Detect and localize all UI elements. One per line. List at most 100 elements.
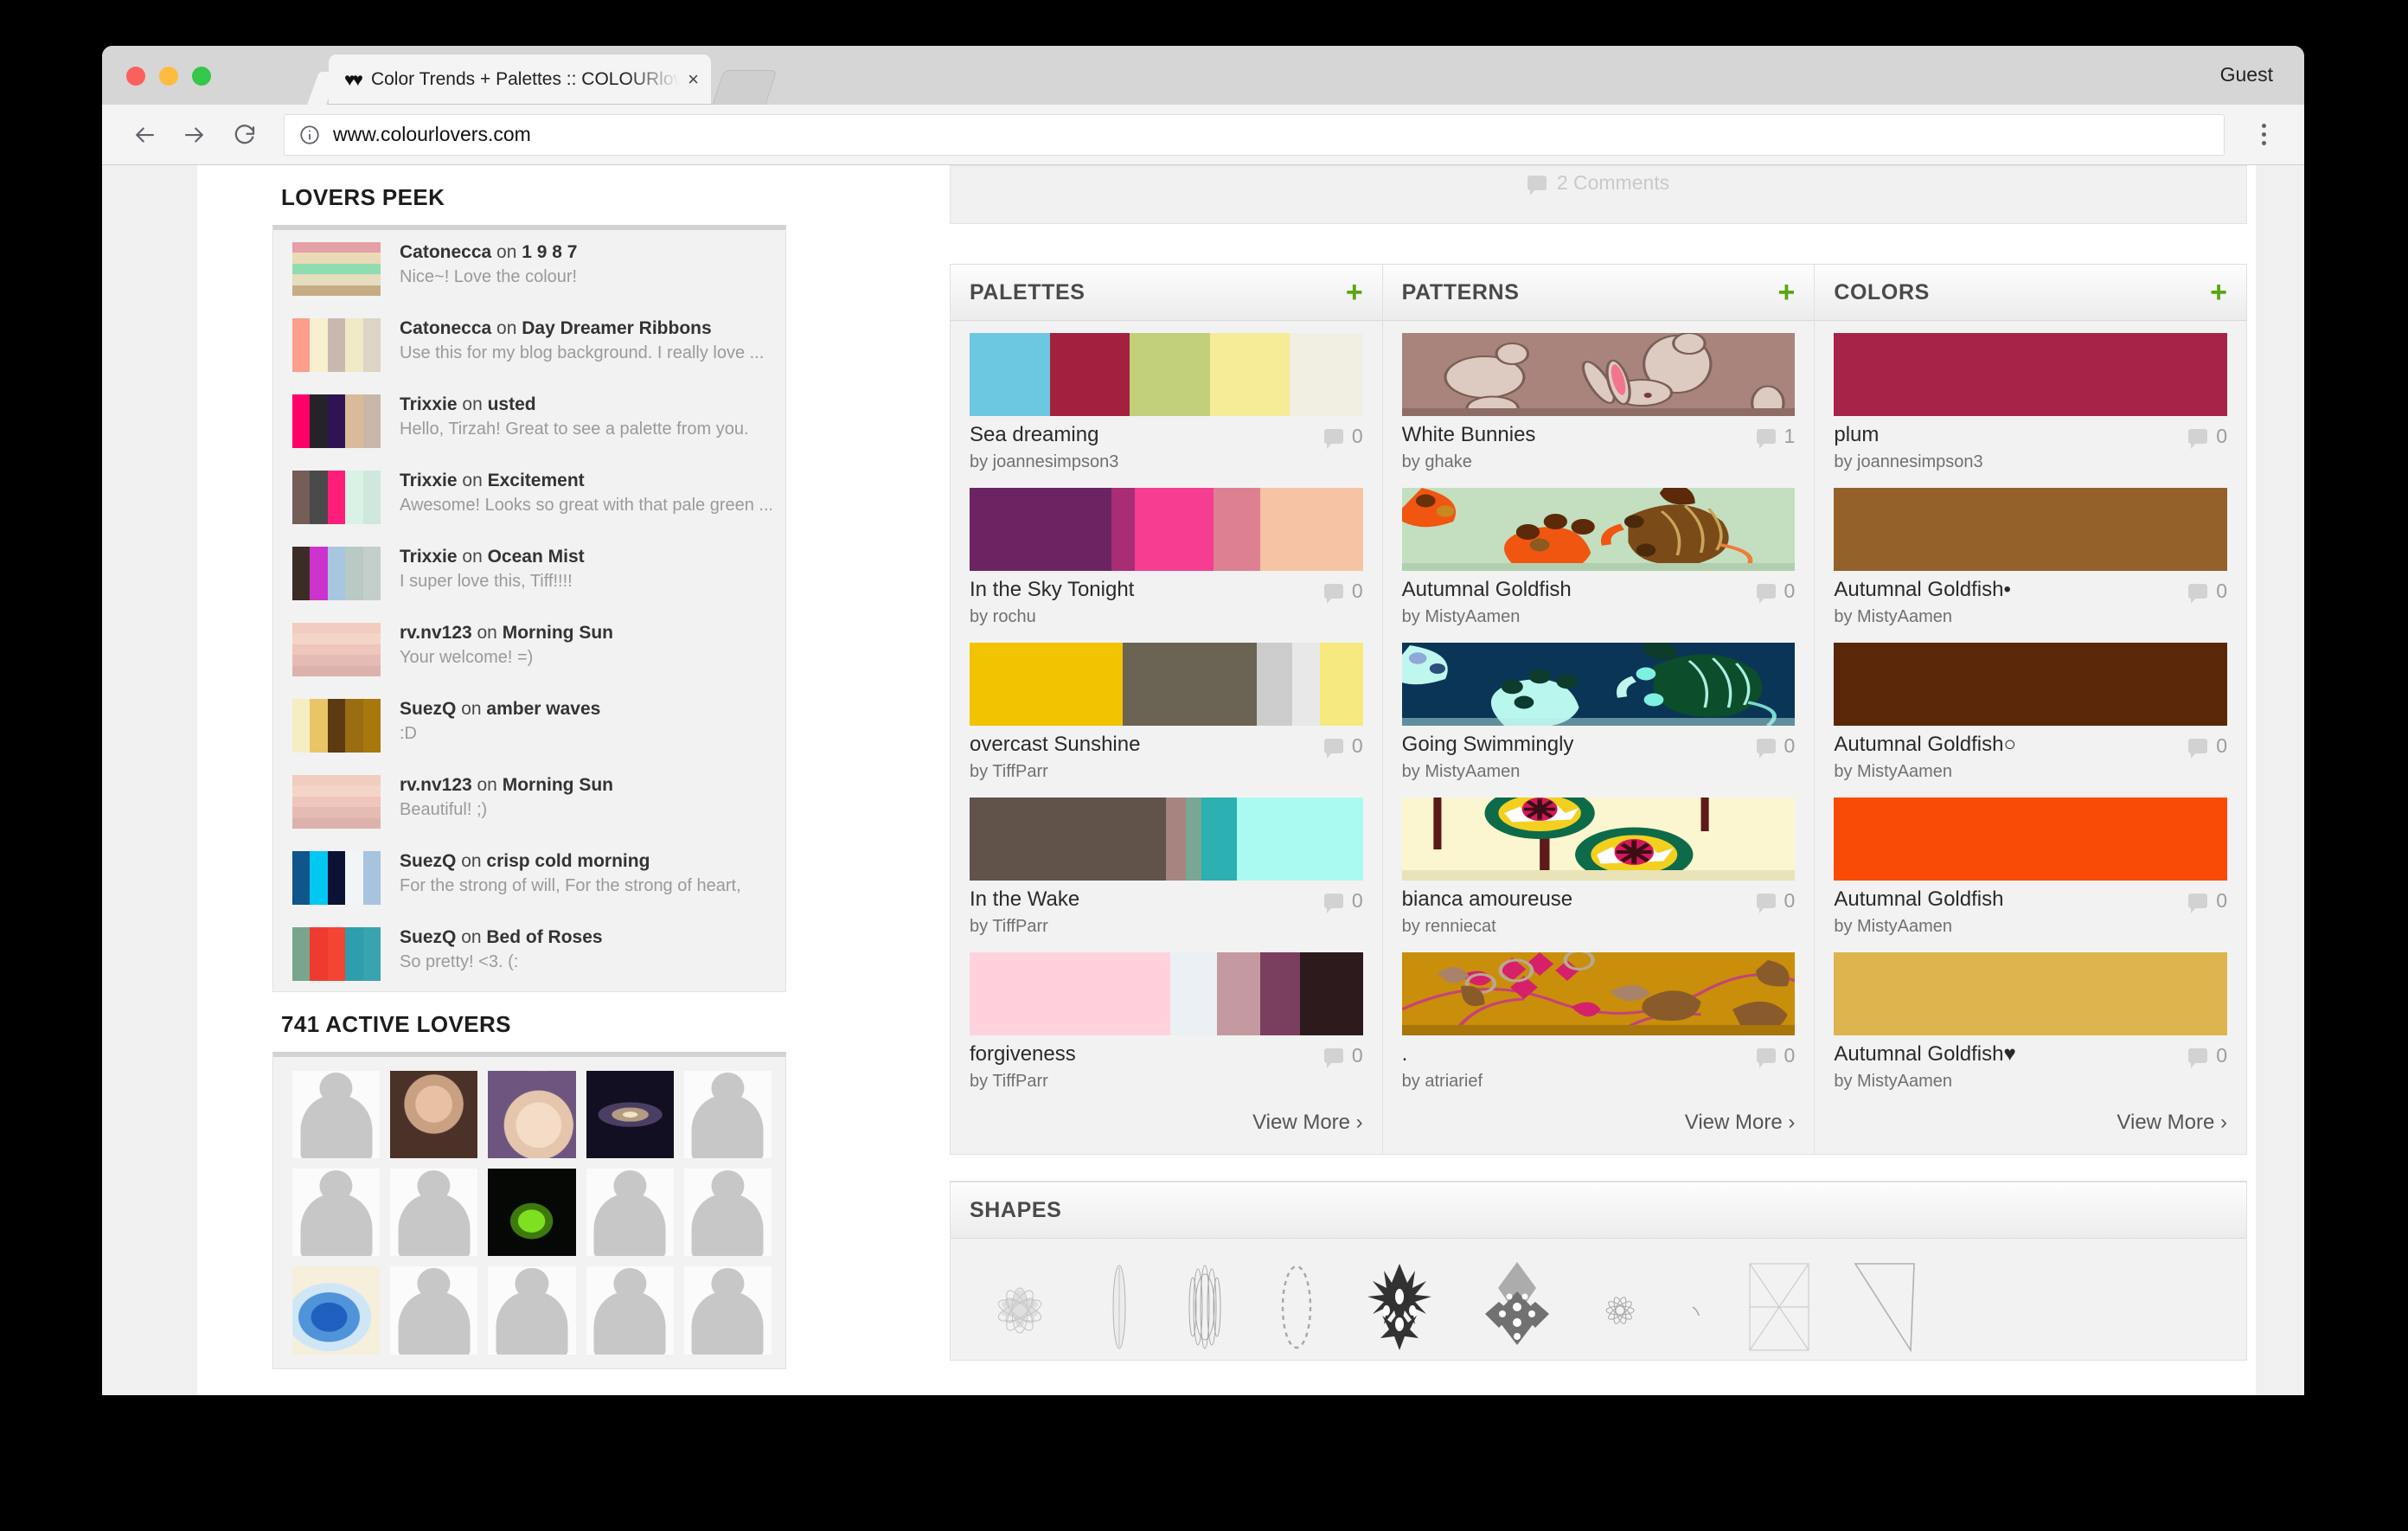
- comment-count[interactable]: 0: [2188, 1042, 2227, 1067]
- close-icon[interactable]: ×: [688, 68, 699, 91]
- card-title[interactable]: Sea dreaming: [970, 423, 1118, 447]
- avatar-default[interactable]: [292, 1071, 380, 1158]
- color-card[interactable]: Autumnal Goldfish○by MistyAamen0: [1815, 631, 2246, 785]
- card-title[interactable]: bianca amoureuse: [1402, 887, 1572, 912]
- reload-icon[interactable]: [225, 115, 265, 155]
- peek-user[interactable]: rv.nv123: [400, 775, 472, 795]
- avatar[interactable]: [390, 1071, 477, 1158]
- card-title[interactable]: In the Sky Tonight: [970, 578, 1134, 602]
- view-more-patterns[interactable]: View More ›: [1383, 1095, 1815, 1154]
- shape-leaf-icon[interactable]: [1101, 1262, 1137, 1356]
- shape-tiny-tick-icon[interactable]: [1684, 1262, 1707, 1356]
- comment-count[interactable]: 0: [1757, 887, 1796, 913]
- add-palettes-icon[interactable]: +: [1346, 278, 1363, 307]
- peek-user[interactable]: SuezQ: [400, 851, 456, 871]
- card-title[interactable]: Autumnal Goldfish: [1834, 887, 2003, 912]
- avatar-default[interactable]: [390, 1169, 477, 1256]
- card-author[interactable]: by MistyAamen: [1834, 607, 2011, 627]
- comments-summary[interactable]: 2 Comments: [1527, 171, 1669, 195]
- view-more-colors[interactable]: View More ›: [1815, 1095, 2246, 1154]
- card-title[interactable]: .: [1402, 1042, 1483, 1067]
- lovers-peek-item[interactable]: SuezQ on crisp cold morningFor the stron…: [273, 839, 785, 915]
- peek-target[interactable]: crisp cold morning: [486, 851, 650, 871]
- comment-count[interactable]: 0: [2188, 733, 2227, 758]
- peek-user[interactable]: Catonecca: [400, 318, 491, 338]
- peek-target[interactable]: usted: [488, 394, 536, 414]
- back-icon[interactable]: [125, 115, 164, 155]
- card-title[interactable]: Autumnal Goldfish: [1402, 578, 1572, 602]
- avatar-default[interactable]: [586, 1169, 674, 1256]
- shape-wire-box-icon[interactable]: [1746, 1262, 1812, 1356]
- pattern-card[interactable]: Going Swimminglyby MistyAamen0: [1383, 631, 1815, 785]
- peek-user[interactable]: rv.nv123: [400, 623, 472, 643]
- pattern-card[interactable]: Autumnal Goldfish by MistyAamen 0: [1383, 476, 1815, 631]
- card-author[interactable]: by joannesimpson3: [1834, 452, 1982, 472]
- card-title[interactable]: In the Wake: [970, 887, 1079, 912]
- comment-count[interactable]: 0: [2188, 578, 2227, 603]
- shape-dashed-ellipse-icon[interactable]: [1272, 1262, 1321, 1356]
- maximize-window-button[interactable]: [192, 67, 211, 86]
- comment-count[interactable]: 0: [1324, 578, 1363, 603]
- comment-count[interactable]: 0: [1324, 423, 1363, 448]
- lovers-peek-item[interactable]: Catonecca on 1 9 8 7Nice~! Love the colo…: [273, 230, 785, 306]
- forward-icon[interactable]: [175, 115, 215, 155]
- pattern-card[interactable]: bianca amoureuseby renniecat0: [1383, 785, 1815, 940]
- avatar-default[interactable]: [586, 1266, 674, 1354]
- add-colors-icon[interactable]: +: [2210, 278, 2227, 307]
- peek-user[interactable]: Trixxie: [400, 394, 458, 414]
- lovers-peek-item[interactable]: rv.nv123 on Morning SunBeautiful! ;): [273, 763, 785, 839]
- shape-small-flower-icon[interactable]: [1596, 1262, 1644, 1356]
- comment-count[interactable]: 1: [1757, 423, 1796, 448]
- peek-user[interactable]: Catonecca: [400, 242, 491, 262]
- peek-target[interactable]: Morning Sun: [503, 623, 613, 643]
- card-title[interactable]: plum: [1834, 423, 1982, 447]
- lovers-peek-item[interactable]: Trixxie on Ocean MistI super love this, …: [273, 535, 785, 611]
- palette-card[interactable]: In the Wakeby TiffParr0: [951, 785, 1382, 940]
- card-author[interactable]: by MistyAamen: [1402, 607, 1572, 627]
- address-bar[interactable]: www.colourlovers.com: [284, 114, 2225, 156]
- close-window-button[interactable]: [126, 67, 145, 86]
- peek-user[interactable]: SuezQ: [400, 699, 456, 719]
- card-title[interactable]: overcast Sunshine: [970, 733, 1140, 757]
- card-author[interactable]: by MistyAamen: [1834, 917, 2003, 937]
- card-author[interactable]: by rochu: [970, 607, 1134, 627]
- new-tab-button[interactable]: [713, 70, 778, 105]
- avatar-default[interactable]: [292, 1169, 380, 1256]
- avatar-default[interactable]: [684, 1169, 772, 1256]
- lovers-peek-item[interactable]: SuezQ on amber waves:D: [273, 687, 785, 763]
- profile-label[interactable]: Guest: [2220, 63, 2273, 86]
- avatar-default[interactable]: [684, 1266, 772, 1354]
- comment-count[interactable]: 0: [2188, 423, 2227, 448]
- avatar[interactable]: [488, 1071, 575, 1158]
- card-title[interactable]: Autumnal Goldfish•: [1834, 578, 2011, 602]
- card-author[interactable]: by MistyAamen: [1834, 1072, 2015, 1092]
- palette-card[interactable]: forgivenessby TiffParr0: [951, 940, 1382, 1095]
- card-title[interactable]: forgiveness: [970, 1042, 1076, 1067]
- shape-diamond-lattice-icon[interactable]: [1478, 1262, 1556, 1356]
- avatar[interactable]: [488, 1169, 575, 1256]
- lovers-peek-item[interactable]: Catonecca on Day Dreamer RibbonsUse this…: [273, 306, 785, 382]
- color-card[interactable]: Autumnal Goldfish♥by MistyAamen0: [1815, 940, 2246, 1095]
- color-card[interactable]: Autumnal Goldfish by MistyAamen 0: [1815, 785, 2246, 940]
- comment-count[interactable]: 0: [1324, 887, 1363, 913]
- shape-butterfly-icon[interactable]: [978, 1262, 1061, 1356]
- palette-card[interactable]: Sea dreamingby joannesimpson30: [951, 321, 1382, 476]
- add-patterns-icon[interactable]: +: [1777, 278, 1795, 307]
- pattern-card[interactable]: White Bunniesby ghake1: [1383, 321, 1815, 476]
- card-author[interactable]: by MistyAamen: [1402, 762, 1574, 782]
- comment-count[interactable]: 0: [1757, 733, 1796, 758]
- lovers-peek-item[interactable]: Trixxie on ExcitementAwesome! Looks so g…: [273, 458, 785, 535]
- shape-spindle-icon[interactable]: [1177, 1262, 1233, 1356]
- peek-target[interactable]: amber waves: [486, 699, 600, 719]
- peek-target[interactable]: Day Dreamer Ribbons: [522, 318, 711, 338]
- avatar-default[interactable]: [684, 1071, 772, 1158]
- shape-star-burst-icon[interactable]: [1361, 1262, 1438, 1356]
- comment-count[interactable]: 0: [2188, 887, 2227, 913]
- card-author[interactable]: by atriarief: [1402, 1072, 1483, 1092]
- color-card[interactable]: Autumnal Goldfish• by MistyAamen 0: [1815, 476, 2246, 631]
- comment-count[interactable]: 0: [1757, 578, 1796, 603]
- card-author[interactable]: by ghake: [1402, 452, 1536, 472]
- palette-card[interactable]: In the Sky Tonight by rochu 0: [951, 476, 1382, 631]
- peek-target[interactable]: Morning Sun: [503, 775, 613, 795]
- lovers-peek-item[interactable]: SuezQ on Bed of RosesSo pretty! <3. (:: [273, 915, 785, 991]
